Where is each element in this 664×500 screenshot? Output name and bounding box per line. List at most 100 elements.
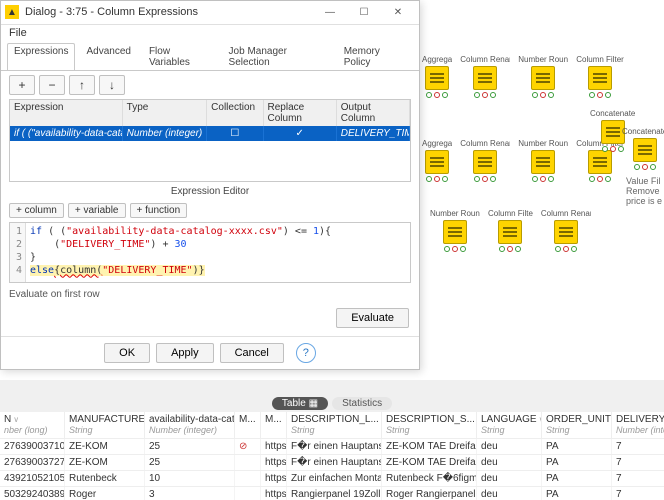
table-row[interactable]: 43921052105Rutenbeck10https...Zur einfac… [0, 471, 664, 487]
cell [235, 471, 261, 486]
col-type[interactable]: Type [123, 100, 208, 126]
node[interactable]: Column Filter [576, 56, 624, 98]
node[interactable]: Number Rounder [430, 210, 480, 252]
cell: PA [542, 455, 612, 470]
cell: F�r einen Hauptans... [287, 455, 382, 470]
table-row[interactable]: 50329240389Roger3https...Rangierpanel 19… [0, 487, 664, 500]
cell: F�r einen Hauptans... [287, 439, 382, 454]
tabstrip: Expressions Advanced Flow Variables Job … [1, 41, 419, 71]
expression-row[interactable]: if ( ("availability-data-cata... Number … [10, 126, 410, 141]
col-output[interactable]: Output Column [337, 100, 410, 126]
menubar[interactable]: File [1, 25, 419, 41]
dock-tab-table[interactable]: Table ▦ [272, 397, 328, 410]
cell: 50329240389 [0, 487, 65, 500]
tab-advanced[interactable]: Advanced [79, 43, 137, 70]
cell: Zur einfachen Monta... [287, 471, 382, 486]
insert-column-button[interactable]: + column [9, 203, 64, 218]
dialog-window: ▲ Dialog - 3:75 - Column Expressions — ☐… [0, 0, 420, 370]
ok-button[interactable]: OK [104, 343, 150, 363]
code-editor[interactable]: 1 2 3 4 if ( ("availability-data-catalog… [9, 222, 411, 283]
code-body[interactable]: if ( ("availability-data-catalog-xxxx.cs… [26, 223, 410, 282]
add-button[interactable]: + [9, 75, 35, 95]
node[interactable]: Column Filte [488, 210, 533, 252]
cell: 43921052105 [0, 471, 65, 486]
cell: Rangierpanel 19Zoll ... [287, 487, 382, 500]
cell: deu [477, 487, 542, 500]
node[interactable]: Aggrega [422, 56, 452, 98]
col-3[interactable]: M... [235, 412, 261, 438]
canvas-note: Value Fil Remove price is e [626, 176, 662, 206]
cell-output: DELIVERY_TIME [337, 126, 410, 141]
cell-collection[interactable]: ☐ [207, 126, 263, 141]
evaluate-label: Evaluate on first row [1, 285, 419, 304]
col-2[interactable]: availability-data-catalog-xxxx.csv∨Numbe… [145, 412, 235, 438]
cell [235, 487, 261, 500]
node[interactable]: Column Renam [460, 140, 510, 182]
table-row[interactable]: 27639003727ZE-KOM25https...F�r einen Hau… [0, 455, 664, 471]
cell: ZE-KOM TAE Dreifac... [382, 455, 477, 470]
minimize-button[interactable]: — [313, 1, 347, 23]
col-1[interactable]: MANUFACTURE...∨String [65, 412, 145, 438]
node[interactable]: Aggrega [422, 140, 452, 182]
evaluate-button[interactable]: Evaluate [336, 308, 409, 328]
cell: ⊘ [235, 439, 261, 454]
insert-function-button[interactable]: + function [130, 203, 188, 218]
cell: Rutenbeck F�6figmutter... [382, 471, 477, 486]
tab-memorypolicy[interactable]: Memory Policy [337, 43, 413, 70]
col-7[interactable]: LANGUAGE∨String [477, 412, 542, 438]
col-replace[interactable]: Replace Column [264, 100, 337, 126]
table-row[interactable]: 27639003710ZE-KOM25⊘https...F�r einen Ha… [0, 439, 664, 455]
buttonbar: OK Apply Cancel ? [1, 336, 419, 369]
node[interactable]: Column Renamer [541, 210, 591, 252]
node[interactable]: Number Rounde [518, 56, 568, 98]
cell: 3 [145, 487, 235, 500]
cell-replace[interactable]: ✓ [264, 126, 337, 141]
cell: ZE-KOM [65, 455, 145, 470]
table-icon: ▦ [309, 398, 318, 409]
cell: PA [542, 487, 612, 500]
close-button[interactable]: ✕ [381, 1, 415, 23]
help-button[interactable]: ? [296, 343, 316, 363]
cell: 25 [145, 439, 235, 454]
col-collection[interactable]: Collection [207, 100, 263, 126]
cell: https... [261, 471, 287, 486]
node[interactable]: Number Rounde [518, 140, 568, 182]
cell: https... [261, 487, 287, 500]
col-0[interactable]: N∨nber (long) [0, 412, 65, 438]
cell: 10 [145, 471, 235, 486]
data-grid[interactable]: N∨nber (long) MANUFACTURE...∨String avai… [0, 412, 664, 500]
maximize-button[interactable]: ☐ [347, 1, 381, 23]
expr-toolbar: + − ↑ ↓ [1, 71, 419, 99]
movedown-button[interactable]: ↓ [99, 75, 125, 95]
remove-button[interactable]: − [39, 75, 65, 95]
col-expression[interactable]: Expression [10, 100, 123, 126]
node-concat[interactable]: Concatenate [622, 128, 664, 170]
expression-table[interactable]: Expression Type Collection Replace Colum… [9, 99, 411, 182]
titlebar[interactable]: ▲ Dialog - 3:75 - Column Expressions — ☐… [1, 1, 419, 25]
apply-button[interactable]: Apply [156, 343, 214, 363]
cell [235, 455, 261, 470]
col-8[interactable]: ORDER_UNIT∨String [542, 412, 612, 438]
column-headers[interactable]: N∨nber (long) MANUFACTURE...∨String avai… [0, 412, 664, 439]
col-5[interactable]: DESCRIPTION_L...∨String [287, 412, 382, 438]
tab-flowvariables[interactable]: Flow Variables [142, 43, 218, 70]
col-9[interactable]: DELIVERY_TIME∨Number (integer) [612, 412, 664, 438]
node[interactable]: Column Renam [460, 56, 510, 98]
sort-icon[interactable]: ∨ [13, 415, 19, 424]
cell: deu [477, 455, 542, 470]
col-6[interactable]: DESCRIPTION_S...∨String [382, 412, 477, 438]
tab-jobmanager[interactable]: Job Manager Selection [222, 43, 333, 70]
dock-tab-statistics[interactable]: Statistics [332, 397, 392, 410]
insert-variable-button[interactable]: + variable [68, 203, 126, 218]
col-4[interactable]: M... [261, 412, 287, 438]
cell-expr: if ( ("availability-data-cata... [10, 126, 123, 141]
editor-toolbar: + column + variable + function [1, 201, 419, 220]
cancel-button[interactable]: Cancel [220, 343, 284, 363]
dock-tabs: Table ▦ Statistics [0, 394, 664, 412]
cell: 7 [612, 439, 664, 454]
dialog-title: Dialog - 3:75 - Column Expressions [25, 6, 313, 18]
tab-expressions[interactable]: Expressions [7, 43, 75, 70]
menu-file[interactable]: File [9, 27, 27, 39]
moveup-button[interactable]: ↑ [69, 75, 95, 95]
editor-title: Expression Editor [1, 182, 419, 201]
